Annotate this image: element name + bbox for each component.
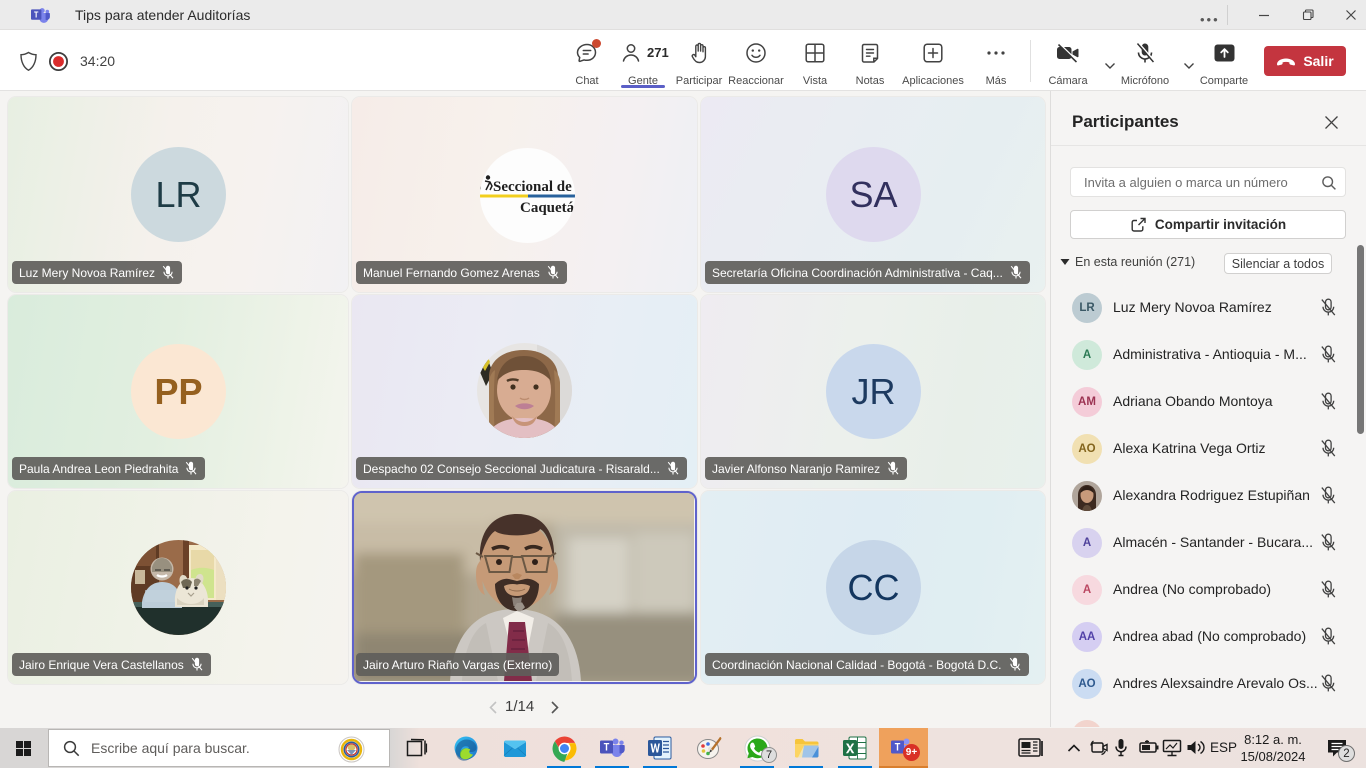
svg-text:Caquetá: Caquetá: [520, 200, 575, 216]
svg-text:Seccional de: Seccional de: [493, 179, 572, 195]
svg-text:ó: ó: [480, 179, 482, 195]
